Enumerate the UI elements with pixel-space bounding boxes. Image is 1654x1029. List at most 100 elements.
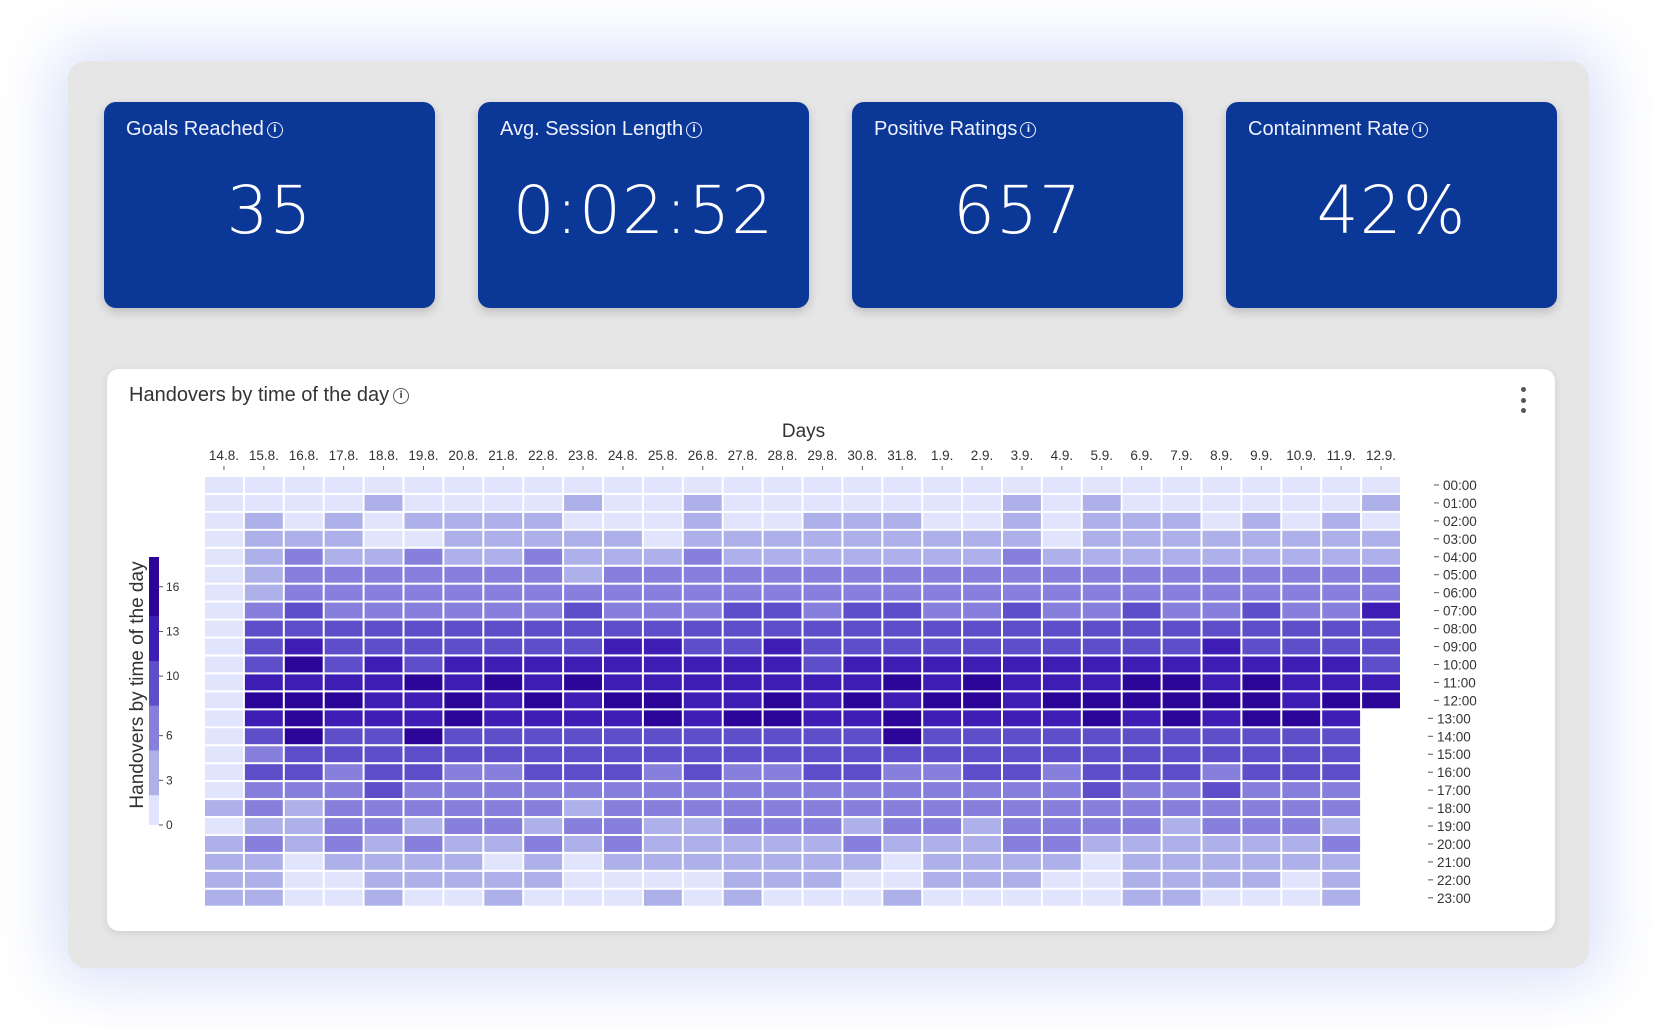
- heatmap-cell[interactable]: [484, 782, 522, 798]
- heatmap-cell[interactable]: [1203, 603, 1241, 619]
- heatmap-cell[interactable]: [1282, 621, 1320, 637]
- heatmap-cell[interactable]: [205, 477, 243, 493]
- heatmap-cell[interactable]: [325, 782, 363, 798]
- heatmap-cell[interactable]: [1203, 800, 1241, 816]
- heatmap-cell[interactable]: [684, 674, 722, 690]
- heatmap-cell[interactable]: [1242, 531, 1280, 547]
- heatmap-cell[interactable]: [963, 692, 1001, 708]
- heatmap-cell[interactable]: [1003, 477, 1041, 493]
- heatmap-cell[interactable]: [564, 477, 602, 493]
- heatmap-cell[interactable]: [1322, 710, 1360, 726]
- heatmap-cell[interactable]: [1322, 657, 1360, 673]
- heatmap-cell[interactable]: [524, 639, 562, 655]
- info-icon[interactable]: i: [1020, 122, 1036, 138]
- heatmap-cell[interactable]: [564, 746, 602, 762]
- heatmap-cell[interactable]: [325, 854, 363, 870]
- heatmap-cell[interactable]: [764, 531, 802, 547]
- heatmap-cell[interactable]: [1322, 818, 1360, 834]
- heatmap-cell[interactable]: [604, 621, 642, 637]
- heatmap-cell[interactable]: [764, 513, 802, 529]
- heatmap-cell[interactable]: [1043, 836, 1081, 852]
- heatmap-cell[interactable]: [804, 657, 842, 673]
- heatmap-cell[interactable]: [1282, 603, 1320, 619]
- heatmap-cell[interactable]: [405, 746, 443, 762]
- heatmap-cell[interactable]: [1083, 890, 1121, 906]
- heatmap-cell[interactable]: [564, 674, 602, 690]
- heatmap-cell[interactable]: [1083, 674, 1121, 690]
- heatmap-cell[interactable]: [484, 818, 522, 834]
- heatmap-cell[interactable]: [843, 657, 881, 673]
- heatmap-cell[interactable]: [365, 639, 403, 655]
- heatmap-cell[interactable]: [1203, 585, 1241, 601]
- heatmap-cell[interactable]: [1043, 890, 1081, 906]
- heatmap-cell[interactable]: [1123, 585, 1161, 601]
- heatmap-cell[interactable]: [524, 746, 562, 762]
- heatmap-cell[interactable]: [804, 836, 842, 852]
- heatmap-cell[interactable]: [1163, 639, 1201, 655]
- heatmap-cell[interactable]: [1043, 585, 1081, 601]
- heatmap-cell[interactable]: [524, 728, 562, 744]
- heatmap-cell[interactable]: [1083, 800, 1121, 816]
- heatmap-cell[interactable]: [405, 818, 443, 834]
- heatmap-cell[interactable]: [684, 836, 722, 852]
- heatmap-cell[interactable]: [484, 890, 522, 906]
- heatmap-cell[interactable]: [963, 621, 1001, 637]
- heatmap-cell[interactable]: [484, 872, 522, 888]
- heatmap-cell[interactable]: [1203, 495, 1241, 511]
- heatmap-cell[interactable]: [843, 836, 881, 852]
- heatmap-cell[interactable]: [564, 657, 602, 673]
- heatmap-cell[interactable]: [1043, 872, 1081, 888]
- heatmap-cell[interactable]: [245, 639, 283, 655]
- heatmap-cell[interactable]: [883, 567, 921, 583]
- heatmap-cell[interactable]: [1322, 836, 1360, 852]
- heatmap-cell[interactable]: [365, 854, 403, 870]
- heatmap-cell[interactable]: [1242, 782, 1280, 798]
- heatmap-cell[interactable]: [1282, 567, 1320, 583]
- heatmap-cell[interactable]: [245, 692, 283, 708]
- heatmap-cell[interactable]: [365, 728, 403, 744]
- heatmap-cell[interactable]: [1362, 603, 1400, 619]
- heatmap-cell[interactable]: [285, 495, 323, 511]
- heatmap-cell[interactable]: [804, 746, 842, 762]
- heatmap-cell[interactable]: [405, 854, 443, 870]
- heatmap-cell[interactable]: [205, 890, 243, 906]
- heatmap-cell[interactable]: [764, 477, 802, 493]
- heatmap-cell[interactable]: [564, 585, 602, 601]
- heatmap-cell[interactable]: [644, 728, 682, 744]
- heatmap-cell[interactable]: [484, 567, 522, 583]
- heatmap-cell[interactable]: [444, 639, 482, 655]
- heatmap-cell[interactable]: [684, 567, 722, 583]
- heatmap-cell[interactable]: [644, 800, 682, 816]
- heatmap-cell[interactable]: [365, 710, 403, 726]
- heatmap-cell[interactable]: [724, 854, 762, 870]
- heatmap-cell[interactable]: [1163, 495, 1201, 511]
- heatmap-cell[interactable]: [365, 531, 403, 547]
- heatmap-cell[interactable]: [405, 764, 443, 780]
- heatmap-cell[interactable]: [1163, 710, 1201, 726]
- heatmap-cell[interactable]: [245, 710, 283, 726]
- heatmap-cell[interactable]: [1123, 854, 1161, 870]
- heatmap-cell[interactable]: [604, 872, 642, 888]
- heatmap-cell[interactable]: [285, 639, 323, 655]
- heatmap-cell[interactable]: [684, 890, 722, 906]
- heatmap-cell[interactable]: [963, 513, 1001, 529]
- heatmap-cell[interactable]: [1083, 477, 1121, 493]
- heatmap-cell[interactable]: [1003, 567, 1041, 583]
- info-icon[interactable]: i: [267, 122, 283, 138]
- heatmap-cell[interactable]: [1282, 639, 1320, 655]
- heatmap-cell[interactable]: [524, 872, 562, 888]
- heatmap-cell[interactable]: [963, 549, 1001, 565]
- info-icon[interactable]: i: [1412, 122, 1428, 138]
- heatmap-cell[interactable]: [1242, 513, 1280, 529]
- heatmap-cell[interactable]: [325, 872, 363, 888]
- heatmap-cell[interactable]: [644, 513, 682, 529]
- heatmap-cell[interactable]: [484, 639, 522, 655]
- heatmap-cell[interactable]: [843, 639, 881, 655]
- heatmap-cell[interactable]: [484, 495, 522, 511]
- heatmap-cell[interactable]: [644, 692, 682, 708]
- heatmap-cell[interactable]: [1003, 603, 1041, 619]
- heatmap-cell[interactable]: [205, 549, 243, 565]
- heatmap-cell[interactable]: [644, 639, 682, 655]
- heatmap-cell[interactable]: [564, 549, 602, 565]
- heatmap-cell[interactable]: [564, 890, 602, 906]
